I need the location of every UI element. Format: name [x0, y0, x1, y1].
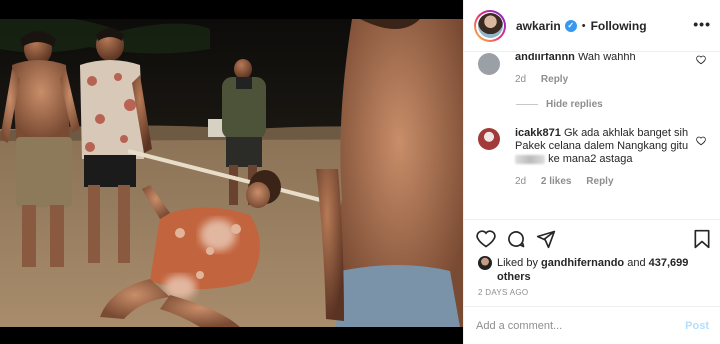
add-comment-bar: Post — [464, 306, 720, 344]
liked-by-user[interactable]: gandhifernando — [541, 257, 624, 269]
comment-like-heart-icon[interactable] — [696, 55, 706, 65]
comment-icon[interactable] — [506, 229, 526, 249]
comment-avatar[interactable] — [478, 128, 500, 150]
hide-replies-label: Hide replies — [546, 99, 603, 110]
hide-replies-button[interactable]: Hide replies — [516, 99, 603, 110]
comment-meta: 2d 2 likes Reply — [515, 175, 695, 188]
comment-like-heart-icon[interactable] — [696, 136, 706, 146]
beach-night-photo — [0, 19, 463, 327]
post-timestamp[interactable]: 2 DAYS AGO — [478, 288, 528, 297]
post-comment-button[interactable]: Post — [685, 320, 709, 332]
post-image[interactable] — [0, 0, 463, 344]
liked-by-conjunction: and — [627, 257, 646, 269]
more-options-icon[interactable]: ••• — [693, 16, 711, 32]
comment-body: icakk871 Gk ada akhlak banget sih Pakek … — [515, 127, 695, 188]
author-username[interactable]: awkarin — [516, 19, 561, 33]
comment-reply-button[interactable]: Reply — [586, 176, 613, 187]
photo-scene — [0, 19, 463, 327]
comment-text-continued: ke mana2 astaga — [548, 153, 633, 165]
comment-time: 2d — [515, 176, 527, 187]
save-button[interactable] — [693, 229, 711, 249]
post-actions — [476, 229, 556, 249]
post-header: awkarin ✓ • Following ••• — [464, 0, 720, 52]
letterbox-top — [0, 0, 463, 19]
liker-avatar[interactable] — [478, 256, 492, 270]
header-separator: • — [581, 19, 586, 32]
comment-username[interactable]: icakk871 — [515, 127, 561, 139]
comment-meta: 2d Reply — [515, 73, 695, 86]
bookmark-icon[interactable] — [693, 229, 711, 249]
verified-badge-icon: ✓ — [564, 19, 577, 32]
liked-by-summary: Liked by gandhifernando and 437,699 othe… — [478, 256, 698, 284]
liked-by-text: Liked by gandhifernando and 437,699 othe… — [478, 256, 698, 284]
hide-replies-line — [516, 104, 538, 105]
comment-text: Wah wahhh — [577, 53, 636, 63]
comments-list[interactable]: andiirfannn Wah wahhh 2d Reply Hide repl… — [464, 53, 720, 221]
heart-icon[interactable] — [476, 229, 496, 249]
share-icon[interactable] — [536, 229, 556, 249]
post-actions-section: Liked by gandhifernando and 437,699 othe… — [464, 219, 720, 306]
comment-reply-button[interactable]: Reply — [541, 74, 568, 85]
post-side-panel: awkarin ✓ • Following ••• andiirfannn Wa… — [463, 0, 720, 344]
author-avatar[interactable] — [474, 9, 506, 42]
comment-avatar[interactable] — [478, 53, 500, 75]
comment-username[interactable]: andiirfannn — [515, 53, 575, 63]
comment-input[interactable] — [476, 319, 678, 332]
comment-body: andiirfannn Wah wahhh 2d Reply — [515, 53, 695, 86]
liked-by-prefix: Liked by — [497, 257, 538, 269]
following-button[interactable]: Following — [591, 19, 647, 33]
author-avatar-image — [477, 13, 503, 38]
author-avatar-border — [476, 11, 504, 40]
censored-word — [515, 154, 545, 164]
comment-likes-count[interactable]: 2 likes — [541, 176, 572, 187]
letterbox-bottom — [0, 327, 463, 344]
comment-time: 2d — [515, 74, 527, 85]
